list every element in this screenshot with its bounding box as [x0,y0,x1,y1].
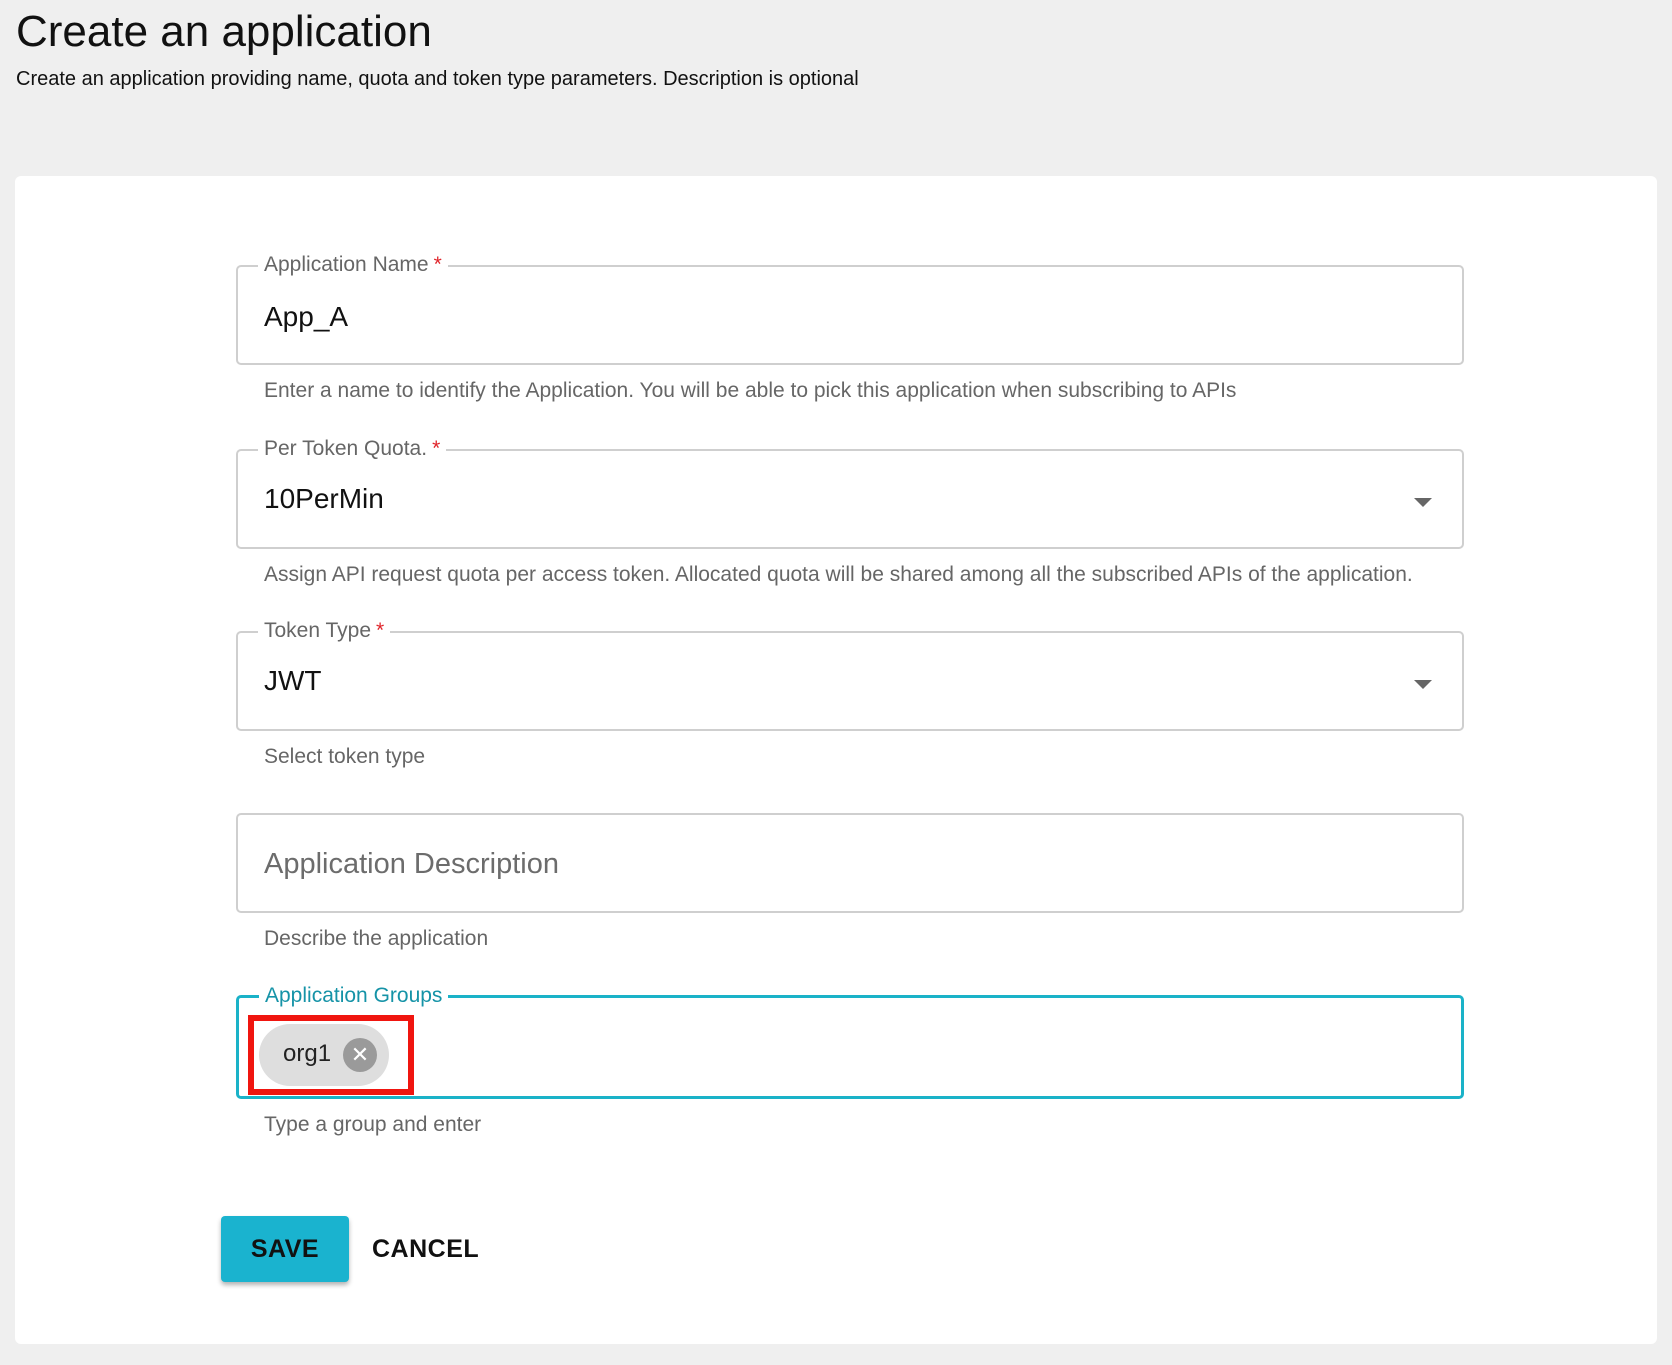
page-subtitle: Create an application providing name, qu… [16,68,859,90]
application-name-label: Application Name * [258,251,448,279]
application-description-field: Application Description Describe the app… [236,813,1464,953]
per-token-quota-value: 10PerMin [264,483,384,514]
application-name-input[interactable]: Application Name * App_A [236,251,1464,365]
application-groups-helper: Type a group and enter [264,1113,482,1136]
page-title: Create an application [16,7,432,56]
required-asterisk: * [433,253,442,276]
caret-down-icon[interactable] [1414,680,1432,689]
token-type-helper: Select token type [264,745,426,768]
application-description-helper: Describe the application [264,927,489,950]
application-name-helper: Enter a name to identify the Application… [264,379,1237,402]
required-asterisk: * [432,437,441,460]
application-description-placeholder: Application Description [264,848,559,880]
application-name-value: App_A [264,301,349,332]
page-header: Create an application Create an applicat… [16,4,859,92]
application-groups-label: Application Groups [259,982,449,1010]
group-chip[interactable]: org1 ✕ [259,1024,389,1086]
group-chip-label: org1 [283,1040,332,1067]
form-card: Application Name * App_A Enter a name to … [15,176,1657,1344]
per-token-quota-field: Per Token Quota. * 10PerMin Assign API re… [236,435,1464,589]
per-token-quota-helper: Assign API request quota per access toke… [264,563,1413,586]
token-type-field: Token Type * JWT Select token type [236,617,1464,771]
save-button[interactable]: SAVE [221,1216,349,1282]
close-circle-icon[interactable]: ✕ [343,1038,377,1072]
token-type-label: Token Type * [258,617,391,645]
application-groups-field: Application Groups org1 ✕ Type a group a… [236,982,1464,1139]
per-token-quota-label: Per Token Quota. * [258,435,447,463]
token-type-select[interactable]: Token Type * JWT [236,617,1464,731]
caret-down-icon[interactable] [1414,498,1432,507]
token-type-value: JWT [264,665,322,696]
required-asterisk: * [376,619,385,642]
application-groups-input[interactable]: Application Groups org1 ✕ [236,982,1464,1099]
cancel-button[interactable]: CANCEL [372,1216,482,1282]
application-description-input[interactable]: Application Description [236,813,1464,913]
application-name-field: Application Name * App_A Enter a name to … [236,251,1464,405]
per-token-quota-select[interactable]: Per Token Quota. * 10PerMin [236,435,1464,549]
